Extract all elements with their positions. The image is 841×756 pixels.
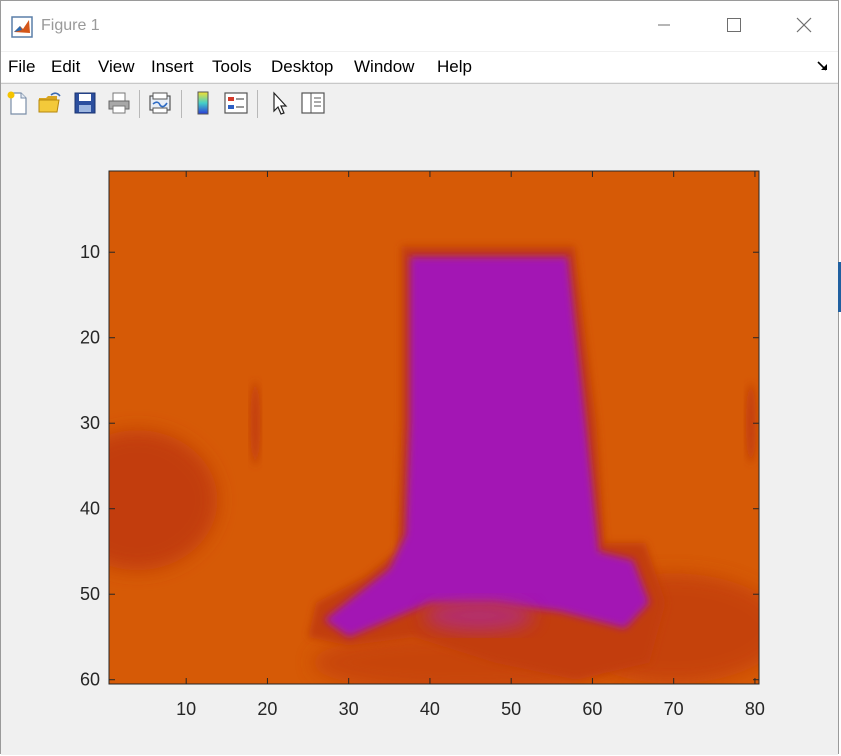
- toolbar-separator: [257, 90, 258, 118]
- menu-window[interactable]: Window: [354, 57, 414, 77]
- menu-bar: File Edit View Insert Tools Desktop Wind…: [1, 52, 838, 82]
- y-tick-label: 60: [80, 670, 100, 690]
- x-tick-label: 50: [501, 699, 521, 719]
- window-title: Figure 1: [41, 17, 100, 34]
- menu-desktop[interactable]: Desktop: [271, 57, 333, 77]
- maximize-icon: [727, 18, 741, 32]
- figure-toolbar: [1, 83, 838, 123]
- y-tick-label: 50: [80, 584, 100, 604]
- minimize-icon: [658, 24, 670, 26]
- x-tick-label: 80: [745, 699, 765, 719]
- y-tick-label: 30: [80, 413, 100, 433]
- toolbar-separator: [139, 90, 140, 118]
- y-tick-label: 10: [80, 242, 100, 262]
- menu-insert[interactable]: Insert: [151, 57, 194, 77]
- title-bar[interactable]: Figure 1: [1, 1, 838, 51]
- heatmap-image: [109, 171, 759, 684]
- close-button[interactable]: [781, 9, 827, 41]
- close-icon: [796, 17, 812, 33]
- minimize-button[interactable]: [641, 9, 687, 41]
- menu-edit[interactable]: Edit: [51, 57, 80, 77]
- menu-file[interactable]: File: [8, 57, 35, 77]
- legend-icon[interactable]: [223, 90, 249, 116]
- x-tick-label: 70: [664, 699, 684, 719]
- toolbar-separator: [181, 90, 182, 118]
- plot-area: 10 20 30 40 50 60 70 80 10 20 30 40 50 60: [1, 122, 841, 755]
- x-tick-label: 10: [176, 699, 196, 719]
- menu-tools[interactable]: Tools: [212, 57, 252, 77]
- y-tick-label: 20: [80, 328, 100, 348]
- dark-streak-left: [250, 381, 261, 466]
- pointer-icon[interactable]: [267, 90, 293, 116]
- menu-help[interactable]: Help: [437, 57, 472, 77]
- link-plot-icon[interactable]: [147, 90, 173, 116]
- menu-view[interactable]: View: [98, 57, 135, 77]
- dock-arrow-icon[interactable]: [816, 59, 830, 73]
- inspector-icon[interactable]: [300, 90, 326, 116]
- object-base-shadow: [423, 599, 534, 632]
- matlab-logo-icon: [11, 16, 33, 38]
- image-axes[interactable]: 10 20 30 40 50 60 70 80 10 20 30 40 50 60: [1, 122, 839, 755]
- save-icon[interactable]: [72, 90, 98, 116]
- new-file-icon[interactable]: [5, 90, 31, 116]
- figure-window: Figure 1 File Edit View Insert Tools Des…: [0, 0, 841, 755]
- x-tick-label: 30: [339, 699, 359, 719]
- x-tick-label: 20: [257, 699, 277, 719]
- maximize-button[interactable]: [711, 9, 757, 41]
- print-icon[interactable]: [106, 90, 132, 116]
- y-tick-label: 40: [80, 499, 100, 519]
- x-tick-label: 60: [582, 699, 602, 719]
- x-tick-label: 40: [420, 699, 440, 719]
- folder-open-icon[interactable]: [37, 90, 63, 116]
- colorbar-icon[interactable]: [190, 90, 216, 116]
